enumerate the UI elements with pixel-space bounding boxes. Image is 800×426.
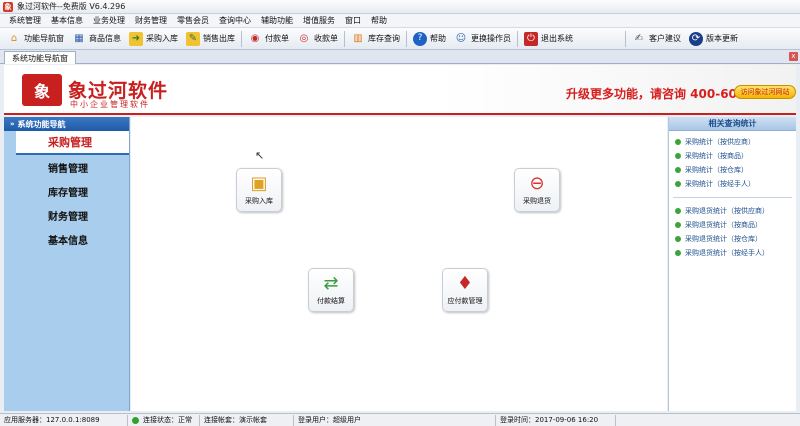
purchase-return-icon: ⊖ xyxy=(529,173,545,194)
status-account: 连接帐套：演示帐套 xyxy=(200,414,294,426)
brand-logo: 象 xyxy=(22,74,62,106)
inventory-icon: ▥ xyxy=(353,32,363,44)
toolbar-inventory-query-button[interactable]: ▥ 库存查询 xyxy=(347,30,404,48)
purchase-in-icon: ▣ xyxy=(250,173,268,194)
menu-business[interactable]: 业务处理 xyxy=(88,15,130,26)
title-bar: 象 象过河软件--免费版 V6.4.296 xyxy=(0,0,800,14)
menu-help[interactable]: 帮助 xyxy=(366,15,392,26)
purchase-in-button[interactable]: ▣ 采购入库 xyxy=(236,168,282,212)
help-icon: ? xyxy=(413,31,427,46)
connection-ok-icon xyxy=(132,416,139,424)
green-dot-icon xyxy=(675,153,681,159)
window-title: 象过河软件--免费版 V6.4.296 xyxy=(17,2,126,11)
mouse-cursor-icon: ↖ xyxy=(255,149,265,162)
left-navigation: » 系统功能导航 采购管理 销售管理 库存管理 财务管理 基本信息 xyxy=(4,117,130,411)
nav-header: » 系统功能导航 xyxy=(4,117,129,131)
menu-value-added[interactable]: 增值服务 xyxy=(298,15,340,26)
menu-auxiliary[interactable]: 辅助功能 xyxy=(256,15,298,26)
receipt-icon: ◎ xyxy=(299,32,309,44)
toolbar-separator xyxy=(241,30,242,47)
tab-function-navigation[interactable]: 系统功能导航窗 xyxy=(4,51,76,64)
status-bar: 应用服务器：127.0.0.1:8089 连接状态：正常 连接帐套：演示帐套 登… xyxy=(0,413,800,426)
related-stats-panel: 相关查询统计 采购统计（按供应商） 采购统计（按商品） 采购统计（按仓库） 采购… xyxy=(668,117,796,411)
payment-settle-button[interactable]: ⇄ 付款结算 xyxy=(308,268,354,312)
folder-in-icon: ➜ xyxy=(129,31,143,46)
payable-icon: ♦ xyxy=(456,273,474,294)
toolbar-version-update-button[interactable]: ⟳ 版本更新 xyxy=(685,30,742,48)
double-chevron-icon: » xyxy=(10,120,15,128)
toolbar: ⌂ 功能导航窗 ▦ 商品信息 ➜ 采购入库 ✎ 销售出库 ◉ 付款单 ◎ 收款单… xyxy=(0,28,800,50)
grid-icon: ▦ xyxy=(74,32,84,44)
switch-user-icon: ☺ xyxy=(455,32,467,44)
update-icon: ⟳ xyxy=(689,31,703,46)
green-dot-icon xyxy=(675,208,681,214)
green-dot-icon xyxy=(675,139,681,145)
purchase-return-button[interactable]: ⊖ 采购退货 xyxy=(514,168,560,212)
toolbar-separator xyxy=(517,30,518,47)
function-canvas: ↖ ▣ 采购入库 ⊖ 采购退货 ⇄ 付款结算 ♦ 应付款管理 xyxy=(131,117,667,411)
status-connection: 连接状态：正常 xyxy=(128,414,200,426)
home-icon: ⌂ xyxy=(10,32,18,44)
toolbar-help-button[interactable]: ? 帮助 xyxy=(409,30,450,48)
banner: 象 象过河软件 中小企业管理软件 升级更多功能，请咨询 400-600-1168… xyxy=(4,65,796,115)
status-user: 登录用户：超级用户 xyxy=(294,414,496,426)
stats-link[interactable]: 采购统计（按经手人） xyxy=(669,177,796,191)
visit-website-button[interactable]: 访问象过河网站 xyxy=(734,85,796,99)
nav-item-finance[interactable]: 财务管理 xyxy=(4,203,129,227)
toolbar-sales-out-button[interactable]: ✎ 销售出库 xyxy=(182,30,239,48)
status-login-time: 登录时间：2017-09-06 16:20 xyxy=(496,414,616,426)
menu-retail-member[interactable]: 零售会员 xyxy=(172,15,214,26)
return-stats-link[interactable]: 采购退货统计（按仓库） xyxy=(669,232,796,246)
green-dot-icon xyxy=(675,181,681,187)
toolbar-nav-window-button[interactable]: ⌂ 功能导航窗 xyxy=(3,30,68,48)
green-dot-icon xyxy=(675,167,681,173)
exit-icon: ⏻ xyxy=(524,31,538,46)
green-dot-icon xyxy=(675,250,681,256)
menu-finance[interactable]: 财务管理 xyxy=(130,15,172,26)
nav-item-purchase[interactable]: 采购管理 xyxy=(16,131,129,155)
status-server: 应用服务器：127.0.0.1:8089 xyxy=(0,414,128,426)
payment-settle-icon: ⇄ xyxy=(323,273,339,294)
toolbar-payment-button[interactable]: ◉ 付款单 xyxy=(244,30,293,48)
related-stats-header: 相关查询统计 xyxy=(669,117,796,131)
menu-bar: 系统管理 基本信息 业务处理 财务管理 零售会员 查询中心 辅助功能 增值服务 … xyxy=(0,14,800,28)
close-icon[interactable]: x xyxy=(789,52,798,61)
tab-row: 系统功能导航窗 x xyxy=(0,50,800,64)
toolbar-purchase-in-button[interactable]: ➜ 采购入库 xyxy=(125,30,182,48)
return-stats-link[interactable]: 采购退货统计（按经手人） xyxy=(669,246,796,260)
stats-link[interactable]: 采购统计（按供应商） xyxy=(669,135,796,149)
payable-management-button[interactable]: ♦ 应付款管理 xyxy=(442,268,488,312)
green-dot-icon xyxy=(675,222,681,228)
menu-query-center[interactable]: 查询中心 xyxy=(214,15,256,26)
nav-item-inventory[interactable]: 库存管理 xyxy=(4,179,129,203)
folder-out-icon: ✎ xyxy=(186,31,200,46)
menu-basic-info[interactable]: 基本信息 xyxy=(46,15,88,26)
note-icon: ✍ xyxy=(634,32,644,44)
stats-link[interactable]: 采购统计（按商品） xyxy=(669,149,796,163)
menu-window[interactable]: 窗口 xyxy=(340,15,366,26)
app-logo-icon: 象 xyxy=(3,1,13,12)
toolbar-separator xyxy=(625,30,626,47)
return-stats-link[interactable]: 采购退货统计（按供应商） xyxy=(669,204,796,218)
toolbar-customer-feedback-button[interactable]: ✍ 客户建议 xyxy=(628,30,685,48)
payment-icon: ◉ xyxy=(250,32,260,44)
menu-system[interactable]: 系统管理 xyxy=(4,15,46,26)
brand-subtitle: 中小企业管理软件 xyxy=(70,100,150,109)
toolbar-product-info-button[interactable]: ▦ 商品信息 xyxy=(68,30,125,48)
nav-item-basic-info[interactable]: 基本信息 xyxy=(4,227,129,251)
toolbar-switch-user-button[interactable]: ☺ 更换操作员 xyxy=(450,30,515,48)
nav-item-sales[interactable]: 销售管理 xyxy=(4,155,129,179)
toolbar-separator xyxy=(406,30,407,47)
return-stats-link[interactable]: 采购退货统计（按商品） xyxy=(669,218,796,232)
toolbar-receipt-button[interactable]: ◎ 收款单 xyxy=(293,30,342,48)
green-dot-icon xyxy=(675,236,681,242)
toolbar-separator xyxy=(344,30,345,47)
stats-link[interactable]: 采购统计（按仓库） xyxy=(669,163,796,177)
toolbar-exit-button[interactable]: ⏻ 退出系统 xyxy=(520,30,577,48)
panel-divider xyxy=(673,197,792,198)
